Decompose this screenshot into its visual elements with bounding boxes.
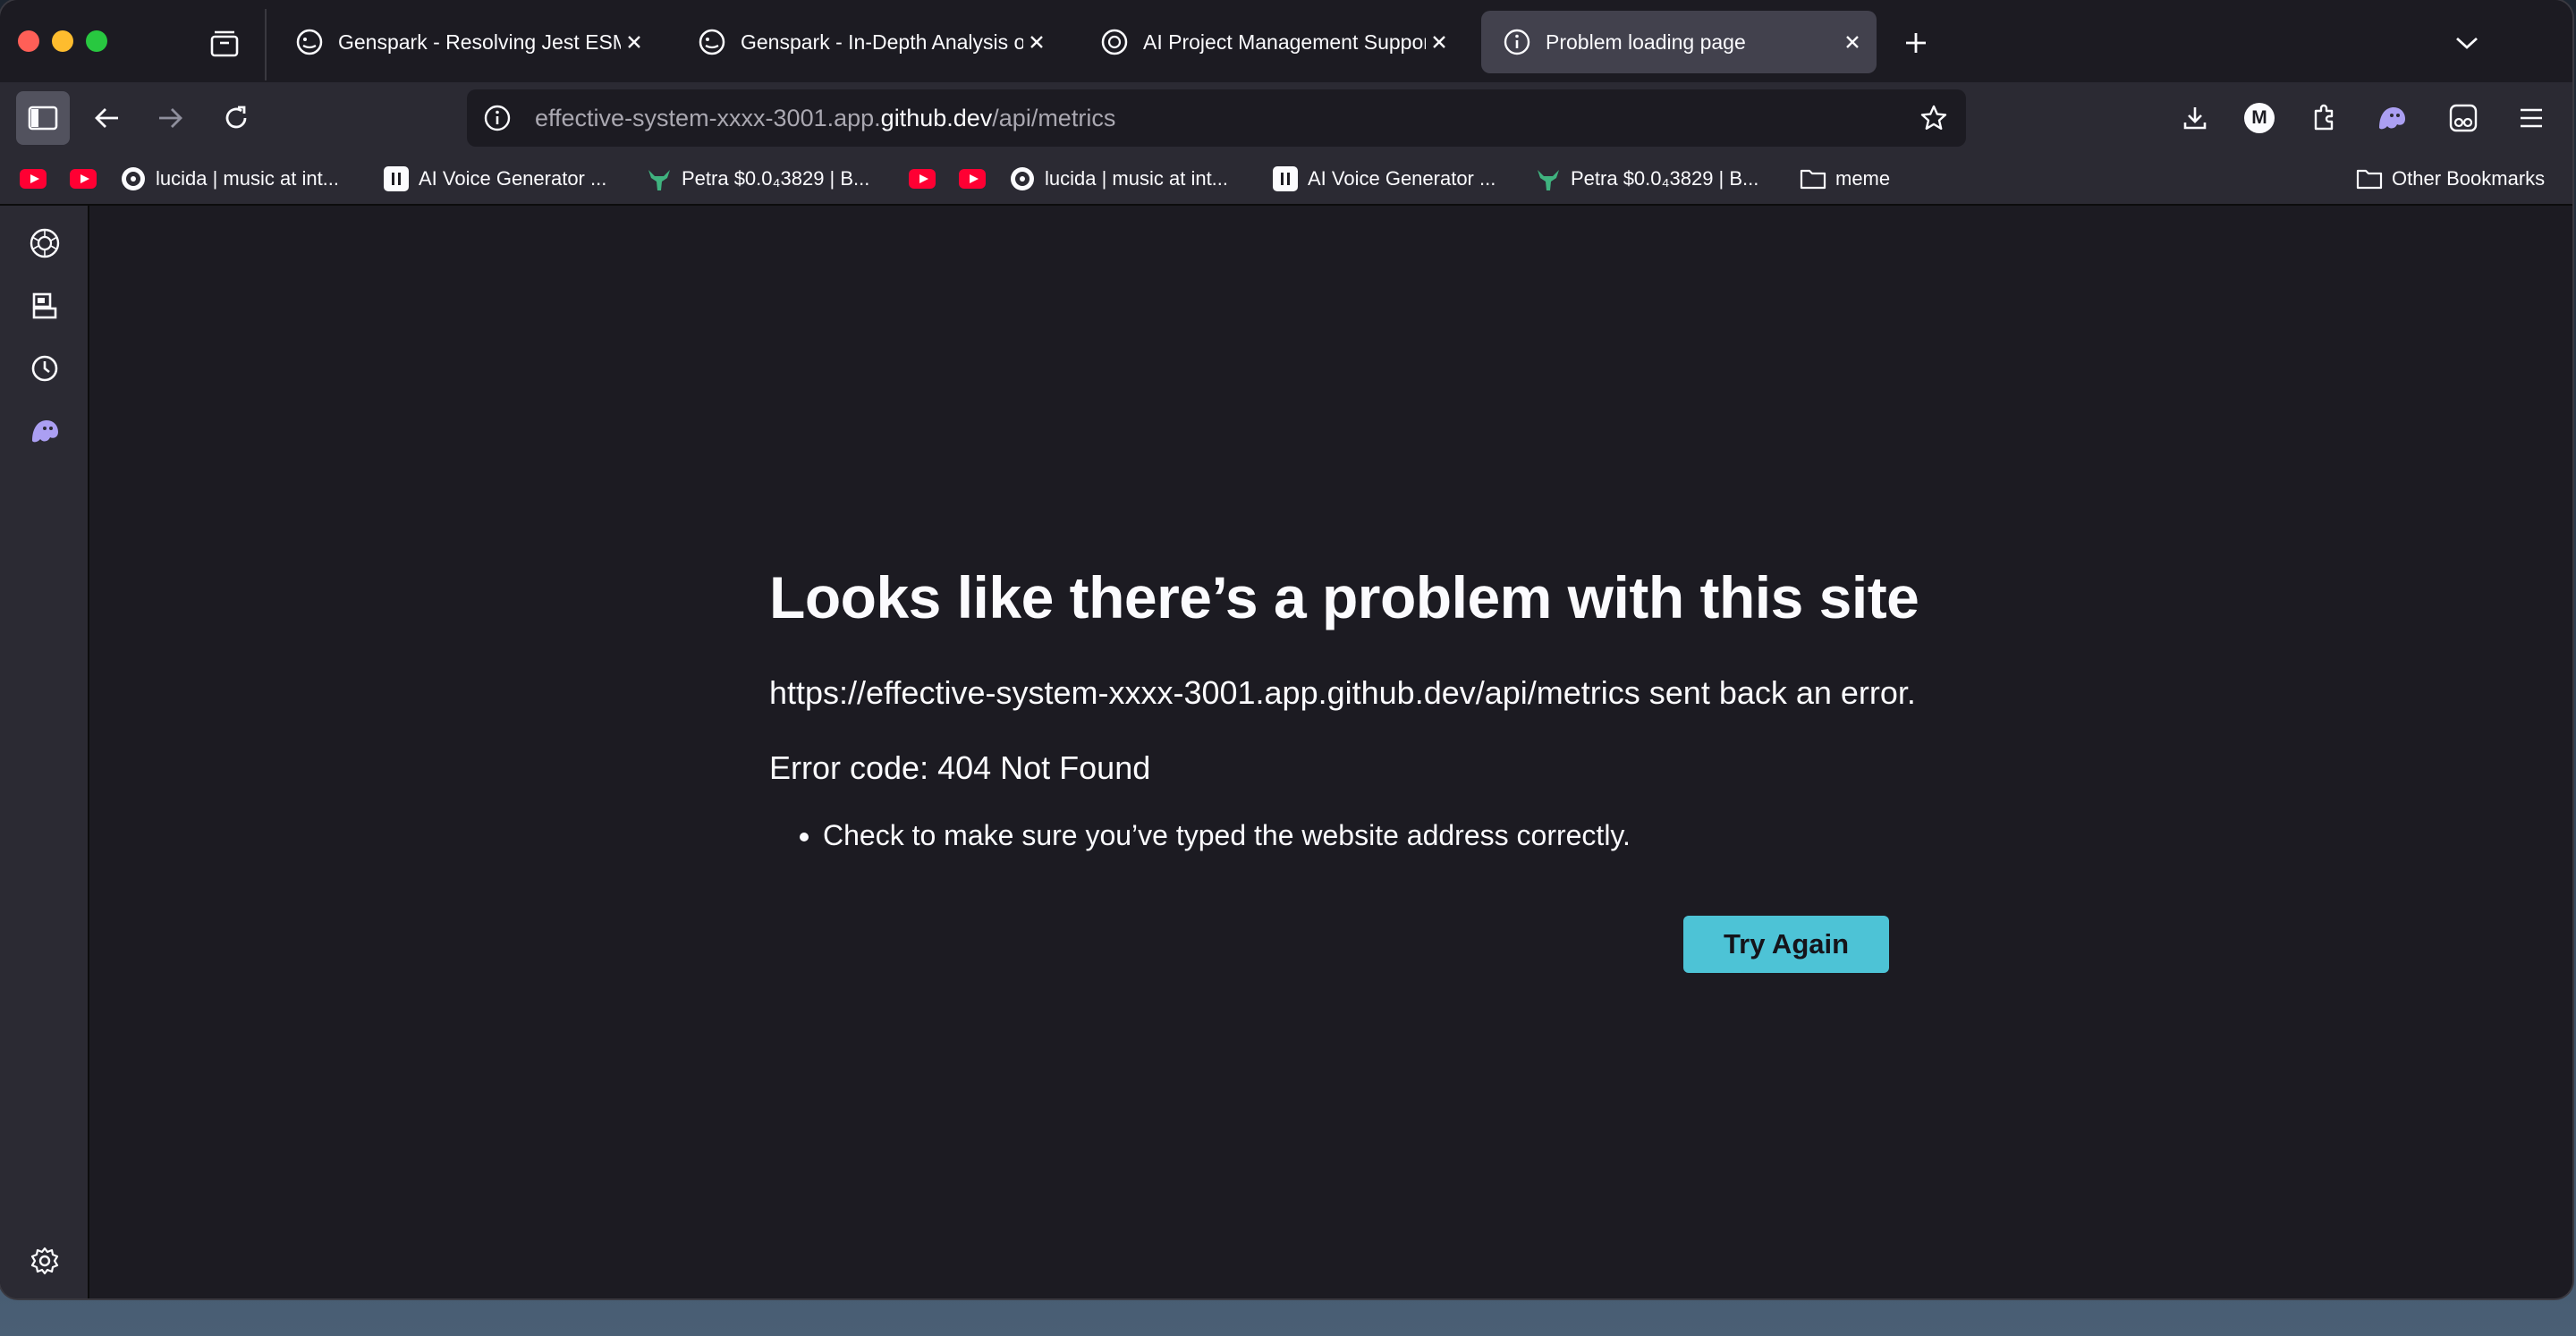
sidebar	[0, 206, 89, 1298]
youtube-icon	[959, 165, 986, 192]
page-content: Looks like there’s a problem with this s…	[89, 206, 2572, 1298]
url-host: github.dev	[880, 104, 993, 131]
menu-hamburger-icon[interactable]	[2504, 91, 2558, 145]
error-title: Looks like there’s a problem with this s…	[769, 564, 1919, 630]
bookmark-youtube[interactable]	[909, 154, 945, 204]
lucida-icon	[1009, 165, 1036, 192]
bookmark-lucida[interactable]: lucida | music at int...	[1009, 154, 1228, 204]
bookmark-ai-voice-generator[interactable]: AI Voice Generator ...	[383, 154, 606, 204]
tab-genspark-jest[interactable]: Genspark - Resolving Jest ESM	[274, 11, 658, 73]
account-avatar[interactable]: M	[2233, 91, 2286, 145]
bookmark-label: lucida | music at int...	[1045, 167, 1229, 190]
bookmark-petra[interactable]: Petra $0.0₄3829 | B...	[646, 154, 869, 204]
bull-icon	[1535, 165, 1562, 192]
settings-gear-icon[interactable]	[25, 1241, 64, 1281]
close-window-button[interactable]	[18, 30, 39, 52]
bull-icon	[646, 165, 673, 192]
bookmark-star-icon[interactable]	[1914, 98, 1953, 138]
genspark-icon	[696, 26, 728, 58]
url-bar[interactable]: effective-system-xxxx-3001.app.github.de…	[467, 89, 1966, 147]
try-again-button[interactable]: Try Again	[1683, 916, 1889, 973]
bookmark-folder-meme[interactable]: meme	[1800, 154, 1890, 204]
bookmark-label: AI Voice Generator ...	[419, 167, 607, 190]
other-bookmarks-folder[interactable]: Other Bookmarks	[2356, 154, 2545, 204]
error-tips-list: Check to make sure you’ve typed the webs…	[769, 819, 2021, 852]
tab-title: Genspark - Resolving Jest ESM	[338, 30, 621, 54]
folder-icon	[2356, 165, 2383, 192]
sidebar-toggle-icon[interactable]	[16, 91, 70, 145]
bookmark-petra[interactable]: Petra $0.0₄3829 | B...	[1535, 154, 1758, 204]
site-info-icon[interactable]	[478, 98, 517, 138]
tab-title: Genspark - In-Depth Analysis of	[741, 30, 1023, 54]
bookmarks-toolbar: lucida | music at int... AI Voice Genera…	[0, 154, 2572, 206]
pause-icon	[1272, 165, 1299, 192]
downloads-icon[interactable]	[2168, 91, 2222, 145]
error-container: Looks like there’s a problem with this s…	[769, 563, 2021, 852]
bookmark-lucida[interactable]: lucida | music at int...	[120, 154, 339, 204]
tab-title: Problem loading page	[1546, 30, 1746, 54]
tab-genspark-analysis[interactable]: Genspark - In-Depth Analysis of	[676, 11, 1061, 73]
error-tip: Check to make sure you’ve typed the webs…	[823, 819, 2021, 852]
ghost-extension-icon[interactable]	[25, 411, 64, 451]
bookmark-label: Petra $0.0₄3829 | B...	[1571, 167, 1759, 190]
error-code: Error code: 404 Not Found	[769, 749, 1151, 786]
tab-strip: Genspark - Resolving Jest ESM Genspark -…	[0, 0, 2572, 82]
url-text[interactable]: effective-system-xxxx-3001.app.github.de…	[535, 105, 1115, 132]
tab-ai-project-management[interactable]: AI Project Management Support	[1079, 11, 1463, 73]
youtube-icon	[909, 165, 936, 192]
bookmark-label: lucida | music at int...	[156, 167, 340, 190]
bookmark-youtube[interactable]	[959, 154, 995, 204]
youtube-icon	[70, 165, 97, 192]
synced-tabs-icon[interactable]	[25, 286, 64, 326]
firefox-view-icon[interactable]	[204, 23, 245, 64]
list-all-tabs-chevron-icon[interactable]	[2447, 23, 2487, 63]
chatgpt-icon	[1098, 26, 1131, 58]
history-clock-icon[interactable]	[25, 349, 64, 388]
lucida-icon	[120, 165, 147, 192]
chatgpt-icon[interactable]	[25, 224, 64, 263]
other-bookmarks-label: Other Bookmarks	[2392, 167, 2546, 190]
maximize-window-button[interactable]	[86, 30, 107, 52]
reload-icon[interactable]	[209, 91, 263, 145]
forward-arrow-icon[interactable]	[143, 91, 197, 145]
close-icon[interactable]	[1839, 29, 1866, 55]
info-icon	[1501, 26, 1533, 58]
tab-separator	[265, 9, 267, 80]
bookmark-label: AI Voice Generator ...	[1308, 167, 1496, 190]
bookmark-youtube[interactable]	[70, 154, 106, 204]
bookmark-label: meme	[1835, 167, 1891, 190]
minimize-window-button[interactable]	[52, 30, 73, 52]
navigation-toolbar: effective-system-xxxx-3001.app.github.de…	[0, 82, 2572, 154]
tab-problem-loading[interactable]: Problem loading page	[1481, 11, 1877, 73]
close-icon[interactable]	[1023, 29, 1050, 55]
error-description: https://effective-system-xxxx-3001.app.g…	[769, 674, 1916, 711]
new-tab-icon[interactable]	[1896, 23, 1936, 63]
close-icon[interactable]	[1426, 29, 1453, 55]
youtube-icon	[20, 165, 47, 192]
genspark-icon	[293, 26, 326, 58]
back-arrow-icon[interactable]	[80, 91, 134, 145]
tab-title: AI Project Management Support	[1143, 30, 1426, 54]
account-initial: M	[2244, 103, 2275, 133]
private-mask-icon[interactable]	[2436, 91, 2490, 145]
ghost-extension-icon[interactable]	[2365, 91, 2419, 145]
bookmark-label: Petra $0.0₄3829 | B...	[682, 167, 870, 190]
extensions-puzzle-icon[interactable]	[2297, 91, 2351, 145]
close-icon[interactable]	[621, 29, 648, 55]
browser-window: Genspark - Resolving Jest ESM Genspark -…	[0, 0, 2572, 1298]
url-path: /api/metrics	[992, 104, 1116, 131]
folder-icon	[1800, 165, 1826, 192]
bookmark-youtube[interactable]	[20, 154, 55, 204]
pause-icon	[383, 165, 410, 192]
url-prefix: effective-system-xxxx-3001.app.	[535, 104, 881, 131]
bookmark-ai-voice-generator[interactable]: AI Voice Generator ...	[1272, 154, 1496, 204]
